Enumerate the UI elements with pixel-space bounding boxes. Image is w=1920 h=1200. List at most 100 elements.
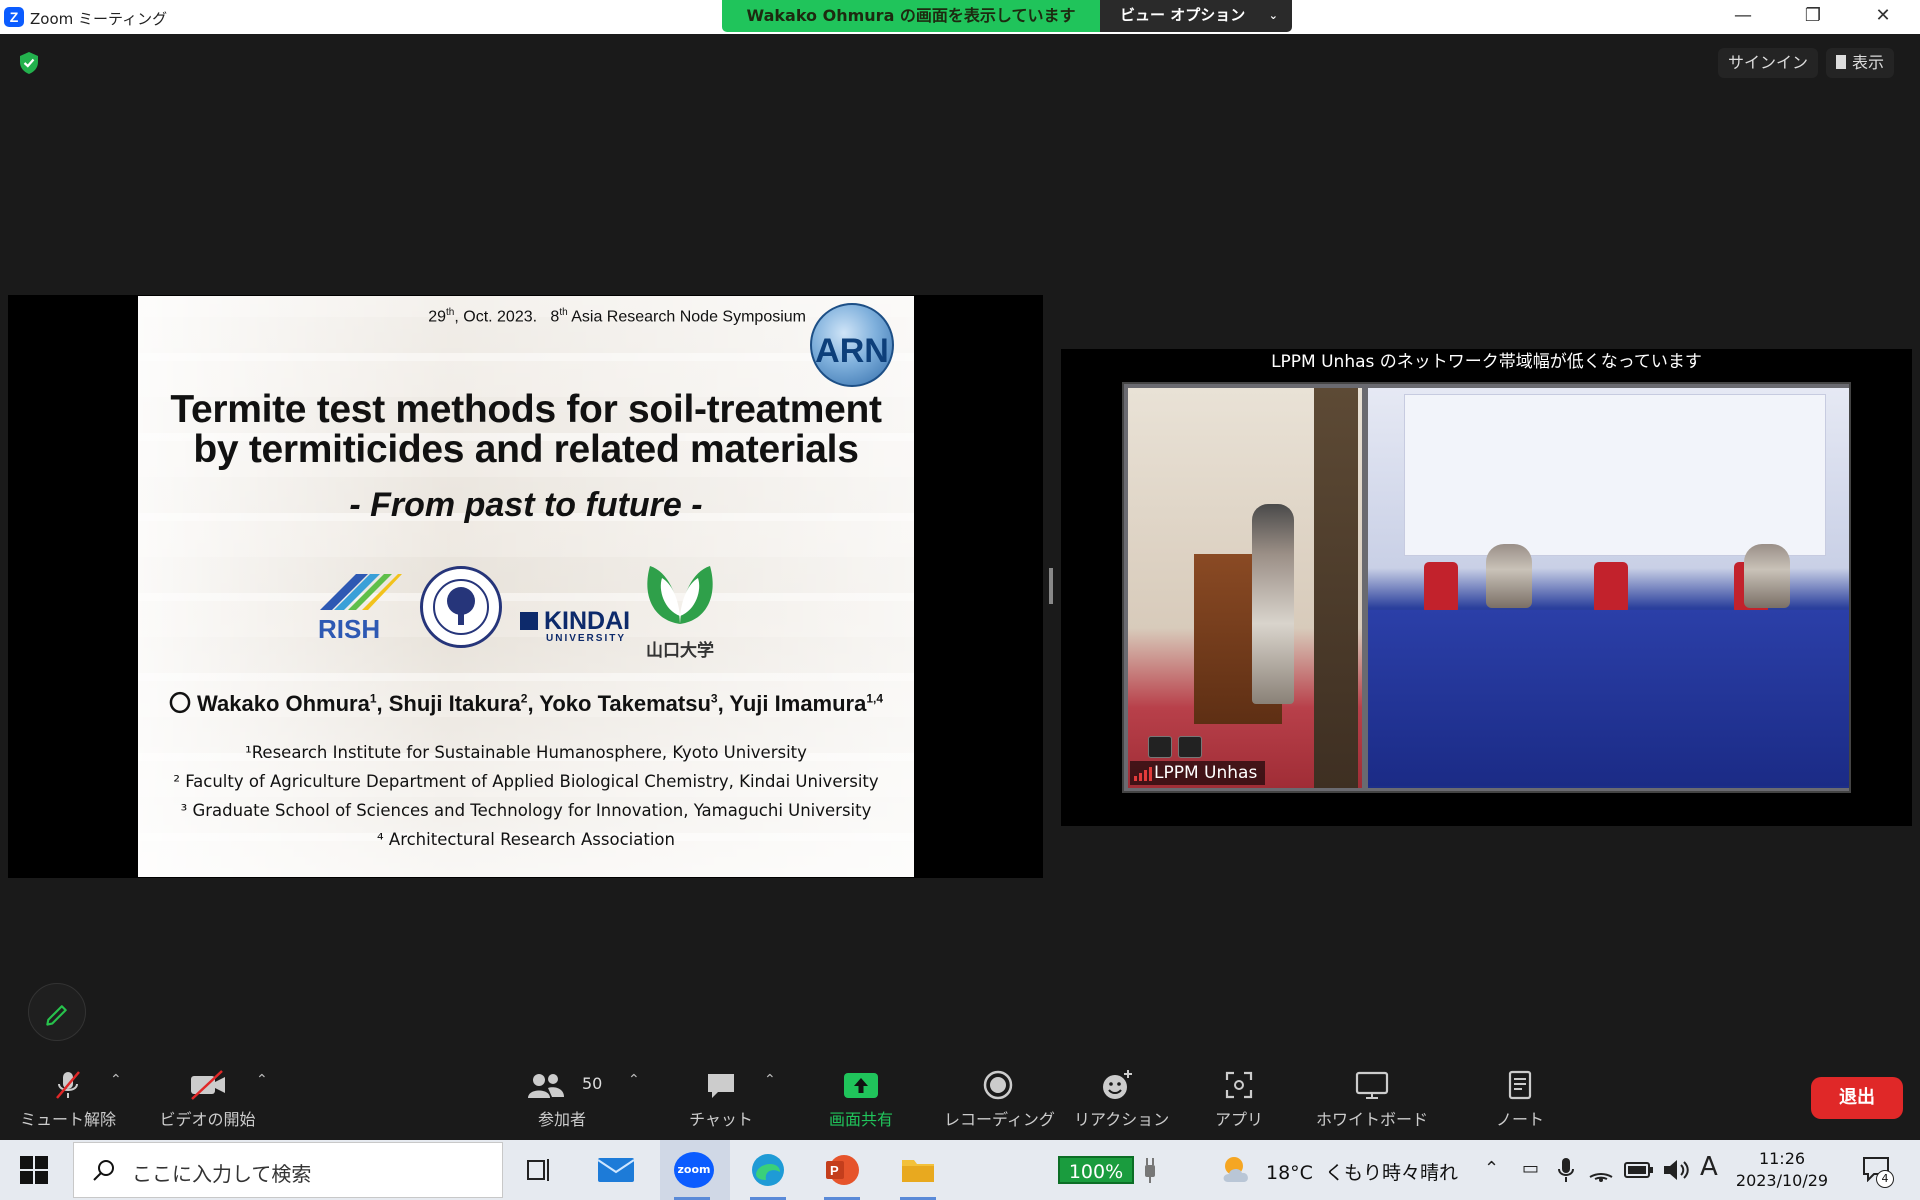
unmute-label: ミュート解除 bbox=[19, 1110, 116, 1129]
slide-symposium: Asia Research Node Symposium bbox=[571, 308, 806, 326]
signin-button[interactable]: サインイン bbox=[1718, 48, 1819, 78]
start-video-button[interactable]: ビデオの開始 bbox=[150, 1068, 265, 1132]
author-3: , Yoko Takematsu bbox=[527, 691, 711, 716]
author-3-sup: 3 bbox=[710, 691, 718, 706]
reactions-button[interactable]: リアクション bbox=[1074, 1068, 1170, 1132]
muted-microphone-icon bbox=[56, 1071, 80, 1099]
kindai-logo-text: KINDAI bbox=[544, 607, 631, 635]
meet-now-icon[interactable]: ▭ bbox=[1522, 1158, 1539, 1179]
reaction-smiley-icon bbox=[1103, 1070, 1132, 1099]
close-button[interactable]: ✕ bbox=[1848, 0, 1918, 34]
slide-symposium-num: 8 bbox=[550, 308, 560, 326]
tray-overflow-chevron-icon[interactable]: ⌃ bbox=[1484, 1158, 1499, 1179]
window-title: Zoom ミーティング bbox=[30, 10, 168, 28]
apps-icon bbox=[1225, 1071, 1253, 1099]
zoom-app-icon: Z bbox=[4, 7, 24, 27]
rish-logo: RISH bbox=[318, 574, 402, 640]
participants-button[interactable]: 50 参加者 bbox=[520, 1068, 604, 1132]
meeting-toolbar: ミュート解除 ⌃ ビデオの開始 ⌃ 50 参加者 ⌃ チャット ⌃ 画面共有 レ… bbox=[0, 1054, 1920, 1140]
whiteboard-label: ホワイトボード bbox=[1315, 1110, 1428, 1129]
bandwidth-warning: LPPM Unhas のネットワーク帯域幅が低くなっています bbox=[1271, 352, 1702, 372]
view-options-button[interactable]: ビュー オプション ⌄ bbox=[1100, 0, 1292, 32]
notes-label: ノート bbox=[1495, 1110, 1544, 1129]
mail-icon bbox=[597, 1158, 635, 1182]
taskbar-clock[interactable]: 11:26 2023/10/29 bbox=[1730, 1148, 1834, 1192]
kindai-mark-icon bbox=[520, 612, 538, 630]
panel-resize-handle[interactable] bbox=[1049, 568, 1053, 604]
participants-icon bbox=[528, 1074, 564, 1098]
taskbar-search-box[interactable]: ここに入力して検索 bbox=[73, 1142, 503, 1198]
record-button[interactable]: レコーディング bbox=[944, 1068, 1055, 1132]
slide-date-rest: , Oct. 2023. bbox=[454, 308, 538, 326]
clock-date: 2023/10/29 bbox=[1735, 1171, 1829, 1190]
audio-options-caret[interactable]: ⌃ bbox=[110, 1072, 122, 1088]
task-view-icon bbox=[527, 1159, 549, 1181]
share-status-text: Wakako Ohmura の画面を表示しています bbox=[722, 0, 1100, 32]
weather-condition: くもり時々晴れ bbox=[1325, 1162, 1459, 1184]
unmute-button[interactable]: ミュート解除 bbox=[18, 1068, 118, 1132]
wifi-icon[interactable] bbox=[1588, 1157, 1614, 1183]
kindai-logo: KINDAI UNIVERSITY bbox=[520, 607, 630, 644]
security-shield-icon[interactable] bbox=[18, 51, 40, 75]
share-banner: Wakako Ohmura の画面を表示しています ビュー オプション ⌄ bbox=[722, 0, 1292, 32]
notes-button[interactable]: ノート bbox=[1488, 1068, 1552, 1132]
restore-button[interactable]: ❐ bbox=[1778, 0, 1848, 34]
microphone-tray-icon[interactable] bbox=[1556, 1157, 1576, 1183]
share-screen-icon bbox=[844, 1073, 878, 1098]
author-4-sup: 1,4 bbox=[866, 691, 884, 706]
windows-start-icon[interactable] bbox=[20, 1156, 48, 1184]
task-view-button[interactable] bbox=[508, 1140, 572, 1200]
apps-button[interactable]: アプリ bbox=[1204, 1068, 1274, 1132]
kindai-logo-subtext: UNIVERSITY bbox=[546, 633, 627, 644]
video-options-caret[interactable]: ⌃ bbox=[256, 1072, 268, 1088]
author-4: , Yuji Imamura bbox=[717, 691, 867, 716]
video-panelist bbox=[1486, 544, 1532, 608]
presentation-slide: 29th, Oct. 2023. 8th Asia Research Node … bbox=[138, 296, 914, 877]
battery-percentage[interactable]: 100% bbox=[1058, 1156, 1134, 1184]
record-icon bbox=[983, 1070, 1013, 1100]
taskbar-edge[interactable] bbox=[736, 1140, 800, 1200]
taskbar-zoom[interactable]: zoom bbox=[660, 1140, 730, 1200]
affiliation-1: ¹Research Institute for Sustainable Huma… bbox=[245, 743, 807, 762]
slide-title-line1: Termite test methods for soil-treatment bbox=[170, 388, 882, 431]
leave-button[interactable]: 退出 bbox=[1811, 1077, 1903, 1119]
share-screen-button[interactable]: 画面共有 bbox=[816, 1068, 906, 1132]
video-table bbox=[1368, 610, 1849, 786]
yamaguchi-logo: 山口大学 bbox=[638, 550, 722, 661]
whiteboard-button[interactable]: ホワイトボード bbox=[1314, 1068, 1430, 1132]
speaker-volume-icon[interactable] bbox=[1662, 1158, 1690, 1182]
minimize-button[interactable]: — bbox=[1708, 0, 1778, 34]
participants-options-caret[interactable]: ⌃ bbox=[628, 1072, 640, 1088]
view-button[interactable]: 表示 bbox=[1826, 48, 1895, 78]
battery-icon[interactable] bbox=[1624, 1160, 1654, 1180]
slide-symposium-sup: th bbox=[559, 307, 568, 318]
weather-widget[interactable]: 18°C くもり時々晴れ bbox=[1266, 1158, 1458, 1185]
video-speaker bbox=[1252, 504, 1294, 704]
participant-video[interactable]: LPPM Unhas bbox=[1122, 382, 1851, 793]
apps-label: アプリ bbox=[1214, 1110, 1263, 1129]
chat-options-caret[interactable]: ⌃ bbox=[764, 1072, 776, 1088]
video-panelist bbox=[1744, 544, 1790, 608]
taskbar-mail[interactable] bbox=[584, 1140, 648, 1200]
ime-indicator[interactable]: A bbox=[1700, 1152, 1718, 1182]
notification-center-button[interactable]: 4 bbox=[1862, 1156, 1894, 1188]
participant-name-tag: LPPM Unhas bbox=[1130, 761, 1266, 785]
reactions-label: リアクション bbox=[1074, 1110, 1170, 1129]
participants-label: 参加者 bbox=[537, 1110, 586, 1129]
taskbar-explorer[interactable] bbox=[886, 1140, 950, 1200]
arn-logo: ARN bbox=[810, 303, 894, 387]
windows-taskbar: ここに入力して検索 zoom P 100% 18°C くもり時々晴れ ⌃ ▭ A… bbox=[0, 1140, 1920, 1200]
participant-name: LPPM Unhas bbox=[1154, 763, 1258, 783]
chat-button[interactable]: チャット bbox=[686, 1068, 756, 1132]
video-banner bbox=[1404, 394, 1826, 556]
video-off-icon bbox=[190, 1070, 225, 1100]
video-door bbox=[1314, 388, 1358, 788]
search-placeholder: ここに入力して検索 bbox=[132, 1162, 312, 1186]
slide-date: 29th, Oct. 2023. 8th Asia Research Node … bbox=[428, 307, 806, 326]
annotate-button[interactable] bbox=[28, 983, 86, 1041]
slide-title: Termite test methods for soil-treatment … bbox=[138, 390, 914, 470]
affiliation-4: ⁴ Architectural Research Association bbox=[377, 830, 675, 849]
powerpoint-icon: P bbox=[826, 1155, 859, 1185]
taskbar-powerpoint[interactable]: P bbox=[810, 1140, 874, 1200]
share-screen-label: 画面共有 bbox=[828, 1110, 893, 1129]
